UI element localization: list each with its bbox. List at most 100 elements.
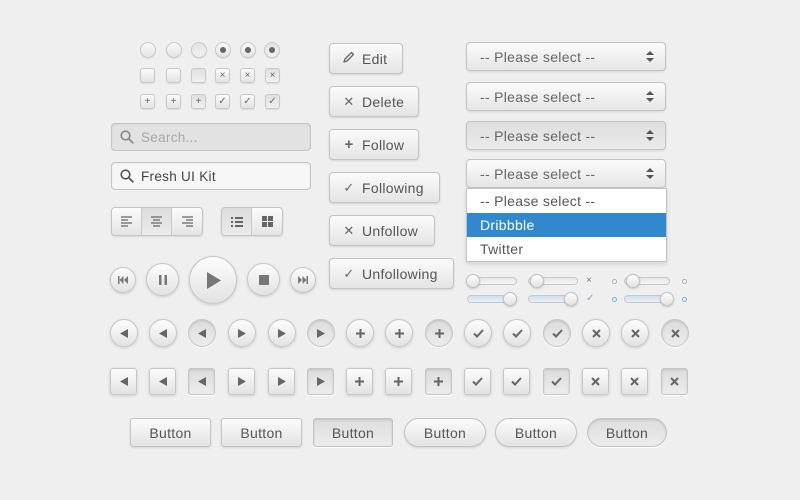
align-left-button[interactable] xyxy=(112,208,142,235)
checkbox-check[interactable]: ✓ xyxy=(240,94,255,109)
grid-view-button[interactable] xyxy=(252,208,282,235)
slider-knob[interactable] xyxy=(660,292,674,306)
check-button[interactable] xyxy=(543,368,570,395)
x-icon xyxy=(591,377,600,386)
left-arrow-icon xyxy=(120,328,128,338)
play-arrow-button[interactable] xyxy=(268,319,296,347)
slider-knob[interactable] xyxy=(626,274,640,288)
play-arrow-button[interactable] xyxy=(228,319,256,347)
play-arrow-button[interactable] xyxy=(307,368,334,395)
check-button[interactable] xyxy=(503,368,530,395)
x-button[interactable] xyxy=(582,368,609,395)
checkbox[interactable] xyxy=(191,68,206,83)
radio-button[interactable] xyxy=(140,42,156,58)
delete-button[interactable]: ✕ Delete xyxy=(329,86,419,117)
unfollow-button[interactable]: ✕ Unfollow xyxy=(329,215,435,246)
checkbox[interactable] xyxy=(166,68,181,83)
radio-button[interactable] xyxy=(191,42,207,58)
left-arrow-button[interactable] xyxy=(188,368,215,395)
slider-knob[interactable] xyxy=(503,292,517,306)
button[interactable]: Button xyxy=(130,418,211,447)
checkbox-x[interactable]: × xyxy=(240,68,255,83)
left-arrow-button[interactable] xyxy=(149,319,177,347)
slider-knob[interactable] xyxy=(564,292,578,306)
checkbox-plus[interactable]: + xyxy=(191,94,206,109)
delete-label: Delete xyxy=(362,93,405,110)
select-dropdown-focused[interactable]: -- Please select -- xyxy=(466,121,666,150)
radio-button-checked[interactable] xyxy=(240,42,256,58)
slider-knob[interactable] xyxy=(530,274,544,288)
checkbox-check[interactable]: ✓ xyxy=(215,94,230,109)
next-button[interactable] xyxy=(290,267,316,293)
list-view-button[interactable] xyxy=(222,208,252,235)
check-button[interactable] xyxy=(464,368,491,395)
select-dropdown-open[interactable]: -- Please select -- xyxy=(466,159,666,188)
checkbox-x[interactable]: × xyxy=(265,68,280,83)
plus-button[interactable] xyxy=(385,319,413,347)
checkbox[interactable] xyxy=(140,68,155,83)
select-dropdown[interactable]: -- Please select -- xyxy=(466,42,666,71)
button-pressed[interactable]: Button xyxy=(313,418,393,447)
select-option[interactable]: Twitter xyxy=(467,237,666,261)
select-option-highlighted[interactable]: Dribbble xyxy=(467,213,666,237)
align-center-icon xyxy=(151,216,162,227)
radio-button-checked[interactable] xyxy=(215,42,231,58)
plus-icon: + xyxy=(344,136,354,153)
align-center-button[interactable] xyxy=(142,208,172,235)
search-input-filled[interactable]: Fresh UI Kit xyxy=(111,162,311,190)
play-arrow-button[interactable] xyxy=(307,319,335,347)
check-button[interactable] xyxy=(503,319,531,347)
search-input[interactable]: Search... xyxy=(111,123,311,151)
search-icon xyxy=(120,169,134,183)
previous-button[interactable] xyxy=(110,267,136,293)
plus-button[interactable] xyxy=(385,368,412,395)
slider-min-dot xyxy=(612,279,617,284)
check-icon xyxy=(551,377,562,386)
follow-button[interactable]: + Follow xyxy=(329,129,419,160)
select-dropdown[interactable]: -- Please select -- xyxy=(466,82,666,111)
plus-button[interactable] xyxy=(425,368,452,395)
x-button[interactable] xyxy=(621,368,648,395)
slider-min-dot xyxy=(612,297,617,302)
align-right-icon xyxy=(181,216,193,227)
plus-button[interactable] xyxy=(346,319,374,347)
align-right-button[interactable] xyxy=(172,208,202,235)
checkbox-plus[interactable]: + xyxy=(166,94,181,109)
pill-button-pressed[interactable]: Button xyxy=(587,418,667,447)
pill-button[interactable]: Button xyxy=(495,418,577,447)
play-arrow-icon xyxy=(278,328,286,338)
radio-button[interactable] xyxy=(166,42,182,58)
plus-button[interactable] xyxy=(425,319,453,347)
left-arrow-button[interactable] xyxy=(149,368,176,395)
search-placeholder: Search... xyxy=(141,129,198,145)
slider-knob[interactable] xyxy=(466,274,480,288)
unfollowing-button[interactable]: ✓ Unfollowing xyxy=(329,258,454,289)
following-button[interactable]: ✓ Following xyxy=(329,172,440,203)
left-arrow-button[interactable] xyxy=(110,368,137,395)
check-icon: ✓ xyxy=(586,293,595,304)
x-button[interactable] xyxy=(582,319,610,347)
left-arrow-button[interactable] xyxy=(110,319,138,347)
play-button[interactable] xyxy=(189,256,237,304)
button[interactable]: Button xyxy=(221,418,302,447)
play-arrow-button[interactable] xyxy=(268,368,295,395)
edit-button[interactable]: Edit xyxy=(329,43,403,74)
pill-button[interactable]: Button xyxy=(404,418,486,447)
radio-button-checked[interactable] xyxy=(264,42,280,58)
checkbox-check[interactable]: ✓ xyxy=(265,94,280,109)
x-button[interactable] xyxy=(661,319,689,347)
slider-max-dot xyxy=(682,279,687,284)
x-button[interactable] xyxy=(661,368,688,395)
x-icon: ✕ xyxy=(343,222,355,238)
checkbox-plus[interactable]: + xyxy=(140,94,155,109)
left-arrow-button[interactable] xyxy=(188,319,216,347)
pause-button[interactable] xyxy=(146,263,179,296)
checkbox-x[interactable]: × xyxy=(215,68,230,83)
x-button[interactable] xyxy=(621,319,649,347)
plus-button[interactable] xyxy=(346,368,373,395)
stop-button[interactable] xyxy=(247,263,280,296)
check-button[interactable] xyxy=(464,319,492,347)
check-button[interactable] xyxy=(543,319,571,347)
select-option[interactable]: -- Please select -- xyxy=(467,189,666,213)
play-arrow-button[interactable] xyxy=(228,368,255,395)
